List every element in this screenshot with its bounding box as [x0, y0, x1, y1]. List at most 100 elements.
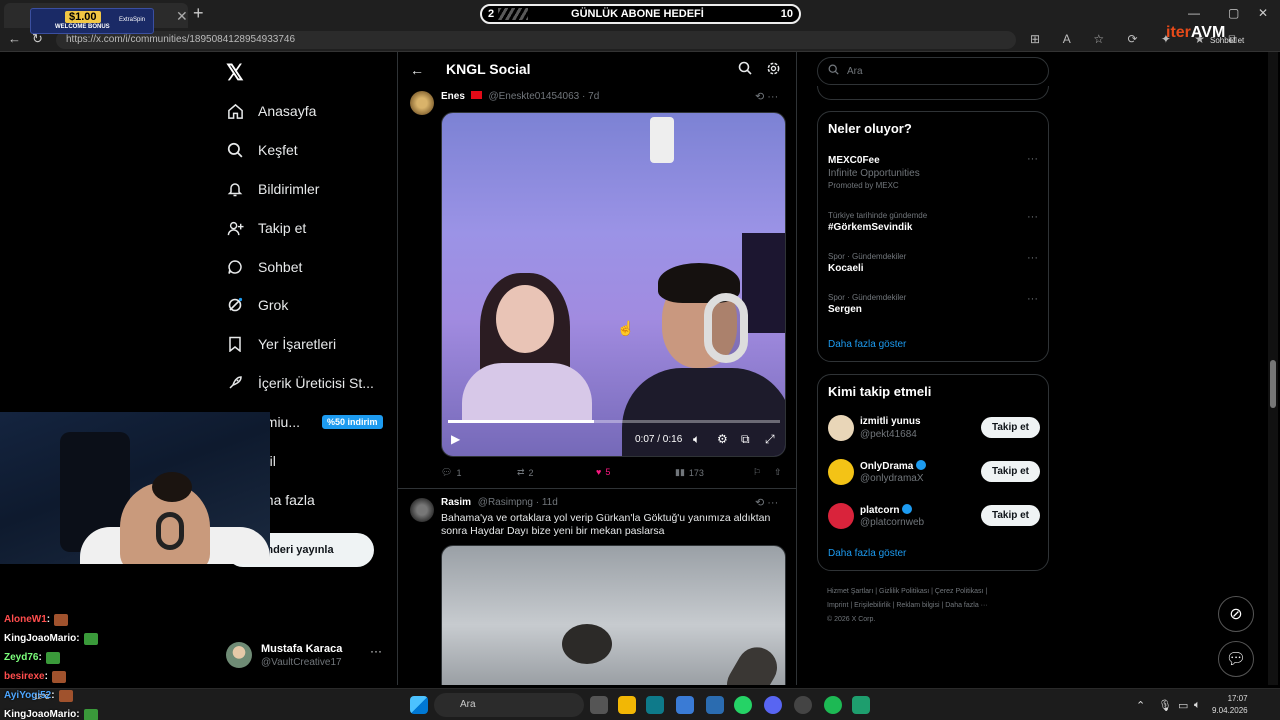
footer-line[interactable]: Imprint | Erişilebilirlik | Reklam bilgi… — [827, 599, 1042, 613]
volume-icon[interactable]: 🔈︎ — [1194, 699, 1201, 712]
follow-suggestion[interactable]: platcorn @platcornweb Takip et — [828, 501, 1040, 531]
close-tab-icon[interactable]: ✕ — [176, 8, 188, 25]
trend-item[interactable]: Spor · Gündemdekiler Sergen ··· — [828, 293, 1038, 315]
close-window-icon[interactable]: ✕ — [1258, 6, 1268, 20]
avatar[interactable] — [828, 503, 854, 529]
suggestion-name-row[interactable]: OnlyDrama — [860, 460, 927, 472]
spotify-icon[interactable] — [824, 696, 842, 714]
microphone-icon[interactable]: 🎙︎ — [1158, 699, 1172, 712]
follow-suggestion[interactable]: OnlyDrama @onlydramaX Takip et — [828, 457, 1040, 487]
avatar[interactable] — [828, 415, 854, 441]
follow-suggestion[interactable]: izmitli yunus @pekt41684 Takip et — [828, 413, 1040, 443]
trend-item[interactable]: Türkiye tarihinde gündemde #GörkemSevindi… — [828, 211, 1038, 233]
follow-button[interactable]: Takip et — [980, 417, 1040, 438]
rocket-icon — [226, 374, 244, 392]
sidebar-item-1[interactable]: Anasayfa — [226, 96, 316, 126]
subscriber-goal-bar: 2 GÜNLÜK ABONE HEDEFİ 10 — [480, 4, 801, 24]
more-options-icon[interactable]: ··· — [1027, 211, 1038, 223]
windows-start-icon[interactable] — [410, 696, 428, 714]
scrollbar-thumb[interactable] — [1270, 360, 1276, 408]
mail-icon[interactable] — [706, 696, 724, 714]
app-icon[interactable] — [852, 696, 870, 714]
sidebar-item-4[interactable]: Takip et — [226, 213, 306, 243]
sidebar-item-7[interactable]: Yer İşaretleri — [226, 329, 336, 359]
trend-item[interactable]: MEXC0Fee Infinite Opportunities Promoted b… — [828, 153, 1038, 190]
like-button[interactable]: ♥ 5 — [596, 467, 610, 477]
app-icon[interactable] — [794, 696, 812, 714]
edge-browser-icon[interactable] — [646, 696, 664, 714]
tray-chevron-icon[interactable]: ⌃ — [1136, 699, 1145, 712]
avatar[interactable] — [410, 91, 434, 115]
author-name: Enes — [441, 91, 465, 102]
minimize-icon[interactable]: — — [1188, 6, 1200, 20]
maximize-icon[interactable]: ▢ — [1228, 6, 1239, 20]
search-input[interactable]: Ara — [817, 57, 1049, 85]
store-icon[interactable] — [676, 696, 694, 714]
grok-icon[interactable]: ⟲ ··· — [755, 90, 778, 103]
video-settings-icon[interactable]: ⚙︎ — [717, 432, 728, 446]
share-icon[interactable]: ⇧ — [774, 467, 782, 478]
sidebar-item-8[interactable]: İçerik Üreticisi St... — [226, 368, 374, 398]
image-person-head — [562, 624, 612, 664]
network-icon[interactable]: ▭ — [1178, 699, 1188, 712]
more-options-icon[interactable]: ··· — [1027, 153, 1038, 165]
settings-gear-icon[interactable] — [766, 61, 781, 81]
picture-in-picture-icon[interactable]: ⧉ — [741, 432, 750, 447]
more-options-icon[interactable]: ··· — [1027, 252, 1038, 264]
task-view-icon[interactable] — [590, 696, 608, 714]
trend-item[interactable]: Spor · Gündemdekiler Kocaeli ··· — [828, 252, 1038, 274]
grok-icon[interactable]: ⟲ ··· — [755, 496, 778, 509]
sidebar-item-2[interactable]: Keşfet — [226, 135, 298, 165]
overlay-subtext: Sohbet et — [1210, 36, 1245, 45]
discord-icon[interactable] — [764, 696, 782, 714]
show-more-link[interactable]: Daha fazla göster — [828, 339, 906, 350]
trend-name: Kocaeli — [828, 263, 864, 274]
weather-temp[interactable]: 12°C — [34, 694, 50, 701]
messages-fab-button[interactable]: 💬︎ — [1218, 641, 1254, 677]
reply-button[interactable]: 💬︎ 1 — [441, 467, 461, 478]
follow-button[interactable]: Takip et — [980, 505, 1040, 526]
tweet-video[interactable]: ☝ ▶ 0:07 / 0:16 🔈︎ ⚙︎ ⧉ ⤢ — [441, 112, 786, 457]
avatar[interactable] — [828, 459, 854, 485]
community-timeline[interactable]: ← KNGL Social Enes @Eneskte01454063 · 7d… — [397, 52, 797, 685]
views-count: 173 — [688, 467, 704, 478]
fullscreen-icon[interactable]: ⤢ — [765, 432, 775, 447]
tweet-author[interactable]: Rasim @Rasimpng · 11d — [441, 497, 558, 508]
back-arrow-icon[interactable]: ← — [410, 62, 424, 78]
show-more-link[interactable]: Daha fazla göster — [828, 548, 906, 559]
retweet-button[interactable]: ⇄ 2 — [517, 467, 534, 478]
video-progress-bar[interactable] — [448, 420, 780, 423]
taskbar-clock[interactable]: 17:07 9.04.2026 — [1212, 693, 1248, 717]
play-icon[interactable]: ▶ — [451, 432, 460, 446]
windows-taskbar: 12°C Ara ⌃ 🎙︎ ▭ 🔈︎ 17:07 9.04.2026 — [0, 688, 1280, 720]
tweet-image[interactable] — [441, 545, 786, 685]
account-switcher[interactable]: Mustafa Karaca @VaultCreative17 ··· — [226, 638, 386, 674]
x-logo-icon[interactable]: 𝕏 — [226, 60, 244, 86]
sidebar-item-6[interactable]: Grok — [226, 290, 288, 320]
tweet-author[interactable]: Enes @Eneskte01454063 · 7d — [441, 91, 599, 102]
whatsapp-icon[interactable] — [734, 696, 752, 714]
volume-icon[interactable]: 🔈︎ — [693, 432, 700, 447]
file-explorer-icon[interactable] — [618, 696, 636, 714]
bookmark-icon[interactable]: ⚐ — [753, 467, 761, 478]
sidebar-item-5[interactable]: Sohbet — [226, 252, 302, 282]
video-person-left — [496, 285, 554, 353]
url-field[interactable]: https://x.com/i/communities/189508412895… — [56, 31, 1016, 49]
chat-emote-icon — [51, 670, 66, 683]
video-controls: ▶ 0:07 / 0:16 🔈︎ ⚙︎ ⧉ ⤢ — [442, 429, 785, 453]
grok-fab-button[interactable]: ⊘ — [1218, 596, 1254, 632]
new-tab-icon[interactable]: + — [193, 3, 204, 24]
more-options-icon[interactable]: ··· — [370, 644, 382, 658]
views-button[interactable]: ▮▮ 173 — [675, 467, 704, 478]
taskbar-search[interactable]: Ara — [434, 693, 584, 717]
suggestion-name-row[interactable]: izmitli yunus — [860, 416, 921, 427]
trend-name: MEXC0Fee — [828, 155, 880, 166]
sidebar-item-3[interactable]: Bildirimler — [226, 174, 319, 204]
back-icon[interactable]: ← — [8, 31, 21, 46]
more-options-icon[interactable]: ··· — [1027, 293, 1038, 305]
avatar[interactable] — [410, 498, 434, 522]
search-icon[interactable] — [738, 61, 752, 80]
suggestion-name-row[interactable]: platcorn — [860, 504, 913, 516]
footer-line[interactable]: Hizmet Şartları | Gizlilik Politikası | … — [827, 585, 1042, 599]
follow-button[interactable]: Takip et — [980, 461, 1040, 482]
